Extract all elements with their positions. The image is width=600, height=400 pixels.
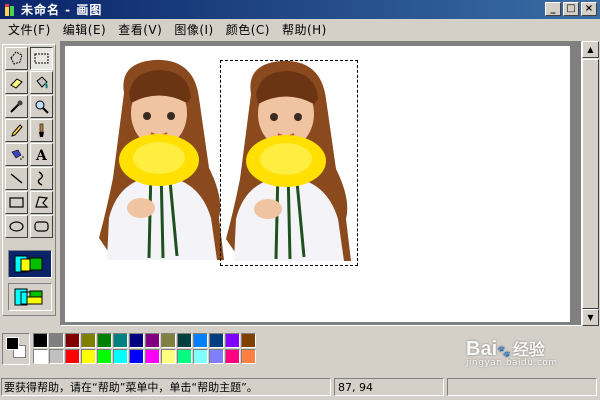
palette-swatch[interactable]	[65, 349, 80, 364]
opaque-selection-option[interactable]	[8, 250, 52, 278]
palette-swatch[interactable]	[177, 349, 192, 364]
brush-tool[interactable]	[30, 119, 53, 142]
palette-swatch[interactable]	[209, 349, 224, 364]
brush-tool-icon	[39, 123, 44, 137]
svg-text:A: A	[35, 148, 48, 163]
scroll-down-button[interactable]: ▼	[582, 309, 599, 326]
rounded-rect-tool-icon	[34, 221, 49, 232]
watermark-main: Bai	[466, 338, 498, 360]
palette-swatch[interactable]	[33, 349, 48, 364]
free-select-tool[interactable]	[5, 47, 28, 70]
palette-swatch[interactable]	[97, 349, 112, 364]
palette-swatch[interactable]	[193, 349, 208, 364]
pick-color-tool-icon	[10, 100, 23, 113]
status-help-text: 要获得帮助，请在“帮助”菜单中，单击“帮助主题”。	[1, 378, 331, 396]
window-title: 未命名 - 画图	[21, 3, 103, 17]
scroll-thumb[interactable]	[582, 59, 599, 309]
palette-swatch[interactable]	[145, 333, 160, 348]
scroll-up-button[interactable]: ▲	[582, 41, 599, 58]
polygon-tool-icon	[35, 196, 49, 208]
curve-tool-icon	[37, 171, 43, 186]
text-tool-icon: A	[35, 148, 48, 163]
airbrush-tool[interactable]	[5, 143, 28, 166]
palette-swatch[interactable]	[241, 349, 256, 364]
palette-swatch[interactable]	[81, 333, 96, 348]
paint-app-icon[interactable]	[3, 3, 17, 17]
text-tool[interactable]: A	[30, 143, 53, 166]
pick-color-tool[interactable]	[5, 95, 28, 118]
free-select-tool-icon	[10, 51, 23, 65]
palette-swatch[interactable]	[177, 333, 192, 348]
menu-image[interactable]: 图像(I)	[168, 21, 219, 38]
rect-select-tool-icon	[34, 53, 49, 64]
menu-bar: 文件(F) 编辑(E) 查看(V) 图像(I) 颜色(C) 帮助(H)	[0, 19, 600, 39]
rect-select-tool[interactable]	[30, 47, 53, 70]
fill-tool[interactable]	[30, 71, 53, 94]
palette-swatch[interactable]	[129, 349, 144, 364]
magnifier-tool[interactable]	[30, 95, 53, 118]
transparent-option-icon	[14, 288, 43, 306]
line-tool-icon	[10, 173, 23, 184]
palette-swatch[interactable]	[81, 349, 96, 364]
selection-marquee[interactable]	[220, 60, 358, 266]
palette-swatch[interactable]	[113, 349, 128, 364]
palette-swatch[interactable]	[241, 333, 256, 348]
girl-image-original	[99, 59, 224, 260]
watermark-cn: 经验	[512, 340, 545, 359]
magnifier-tool-icon	[35, 100, 49, 114]
line-tool[interactable]	[5, 167, 28, 190]
menu-help[interactable]: 帮助(H)	[276, 21, 333, 38]
watermark-url: jingyan.baidu.com	[466, 358, 558, 368]
menu-view[interactable]: 查看(V)	[112, 21, 168, 38]
palette-swatch[interactable]	[225, 349, 240, 364]
menu-edit[interactable]: 编辑(E)	[57, 21, 112, 38]
rectangle-tool-icon	[9, 197, 24, 208]
ellipse-tool[interactable]	[5, 215, 28, 238]
palette-swatch[interactable]	[113, 333, 128, 348]
ellipse-tool-icon	[9, 221, 24, 232]
palette-swatch[interactable]	[161, 333, 176, 348]
toolbox: A	[2, 44, 56, 316]
palette-swatch[interactable]	[145, 349, 160, 364]
canvas-area	[60, 41, 582, 326]
palette-swatch[interactable]	[225, 333, 240, 348]
pencil-tool-icon	[11, 124, 23, 137]
baidu-jingyan-watermark: Bai🐾 经验 jingyan.baidu.com	[466, 336, 558, 368]
foreground-color-swatch	[6, 337, 19, 350]
rectangle-tool[interactable]	[5, 191, 28, 214]
menu-colors[interactable]: 颜色(C)	[220, 21, 276, 38]
palette-swatch[interactable]	[33, 333, 48, 348]
palette-swatch[interactable]	[65, 333, 80, 348]
title-bar: 未命名 - 画图 _ □ ×	[0, 0, 600, 19]
status-coordinates: 87, 94	[334, 378, 444, 396]
palette-swatch[interactable]	[49, 349, 64, 364]
polygon-tool[interactable]	[30, 191, 53, 214]
pencil-tool[interactable]	[5, 119, 28, 142]
girl-image-copy	[226, 60, 351, 261]
palette-swatch[interactable]	[193, 333, 208, 348]
vertical-scrollbar[interactable]: ▲ ▼	[582, 41, 599, 326]
eraser-tool-icon	[10, 78, 23, 89]
minimize-button[interactable]: _	[545, 2, 561, 16]
paw-icon: 🐾	[497, 345, 511, 358]
fill-tool-icon	[36, 76, 48, 89]
curve-tool[interactable]	[30, 167, 53, 190]
eraser-tool[interactable]	[5, 71, 28, 94]
close-button[interactable]: ×	[581, 2, 597, 16]
drawing-canvas[interactable]	[65, 46, 570, 322]
palette-swatch[interactable]	[161, 349, 176, 364]
palette-swatch[interactable]	[129, 333, 144, 348]
status-size-pane	[447, 378, 597, 396]
palette-swatch[interactable]	[209, 333, 224, 348]
palette-swatch[interactable]	[97, 333, 112, 348]
airbrush-tool-icon	[11, 149, 24, 160]
menu-file[interactable]: 文件(F)	[2, 21, 57, 38]
opaque-option-icon	[14, 255, 43, 273]
rounded-rect-tool[interactable]	[30, 215, 53, 238]
transparent-selection-option[interactable]	[8, 283, 52, 311]
status-bar: 要获得帮助，请在“帮助”菜单中，单击“帮助主题”。 87, 94	[0, 374, 600, 400]
palette-swatch[interactable]	[49, 333, 64, 348]
maximize-button[interactable]: □	[563, 2, 579, 16]
current-colors[interactable]	[2, 333, 30, 365]
